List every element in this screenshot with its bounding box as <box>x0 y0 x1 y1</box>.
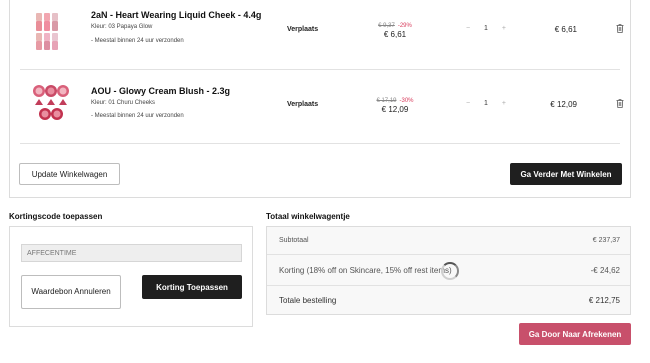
shipping-note: - Meestal binnen 24 uur verzonden <box>91 113 184 119</box>
continue-shopping-button[interactable]: Ga Verder Met Winkelen <box>510 163 622 185</box>
move-item-link[interactable]: Verplaats <box>287 26 318 33</box>
cart-row: 2aN - Heart Wearing Liquid Cheek - 4.4g … <box>20 0 624 70</box>
checkout-button[interactable]: Ga Door Naar Afrekenen <box>519 323 631 345</box>
old-price: € 9,37 <box>378 23 395 29</box>
price-block: € 9,37 -29% € 6,61 <box>365 20 425 39</box>
discount-badge: -29% <box>397 23 412 29</box>
quantity-value[interactable]: 1 <box>484 100 488 107</box>
order-total-row: Totale bestelling € 212,75 <box>267 286 630 315</box>
increase-quantity-button[interactable]: + <box>502 25 506 32</box>
decrease-quantity-button[interactable]: − <box>466 100 470 107</box>
product-name[interactable]: AOU - Glowy Cream Blush - 2.3g <box>91 86 230 96</box>
move-item-link[interactable]: Verplaats <box>287 101 318 108</box>
discount-badge: -30% <box>399 98 414 104</box>
apply-coupon-button[interactable]: Korting Toepassen <box>142 275 242 299</box>
old-price: € 17,19 <box>376 98 397 104</box>
cancel-coupon-button[interactable]: Waardebon Annuleren <box>21 275 121 309</box>
subtotal-label: Subtotaal <box>279 237 309 244</box>
loading-spinner-icon <box>441 262 459 280</box>
discount-value: -€ 24,62 <box>590 265 620 275</box>
trash-icon[interactable] <box>616 24 624 33</box>
quantity-stepper: − 1 + <box>466 25 506 32</box>
shipping-note: - Meestal binnen 24 uur verzonden <box>91 38 184 44</box>
totals-title: Totaal winkelwagentje <box>266 212 350 221</box>
quantity-value[interactable]: 1 <box>484 25 488 32</box>
discount-label: Korting (18% off on Skincare, 15% off re… <box>279 265 452 275</box>
current-price: € 6,61 <box>383 30 407 39</box>
line-total: € 12,09 <box>550 100 577 109</box>
product-image[interactable] <box>30 11 70 53</box>
increase-quantity-button[interactable]: + <box>502 100 506 107</box>
current-price: € 12,09 <box>381 105 409 114</box>
product-image[interactable] <box>30 83 70 125</box>
coupon-title: Kortingscode toepassen <box>9 212 103 221</box>
cart-row: AOU - Glowy Cream Blush - 2.3g Kleur: 01… <box>20 68 624 144</box>
product-variant: Kleur: 03 Papaya Glow <box>91 24 153 30</box>
trash-icon[interactable] <box>616 99 624 108</box>
order-total-label: Totale bestelling <box>279 296 337 305</box>
line-total: € 6,61 <box>554 25 577 34</box>
coupon-panel: AFFECENTIME Waardebon Annuleren Korting … <box>9 226 253 327</box>
order-total-value: € 212,75 <box>588 296 620 305</box>
product-name[interactable]: 2aN - Heart Wearing Liquid Cheek - 4.4g <box>91 10 261 20</box>
product-variant: Kleur: 01 Churu Cheeks <box>91 100 156 106</box>
coupon-code-field[interactable]: AFFECENTIME <box>21 244 242 262</box>
decrease-quantity-button[interactable]: − <box>466 25 470 32</box>
quantity-stepper: − 1 + <box>466 100 506 107</box>
update-cart-button[interactable]: Update Winkelwagen <box>19 163 120 185</box>
price-block: € 17,19 -30% € 12,09 <box>365 95 425 114</box>
subtotal-value: € 237,37 <box>592 237 620 244</box>
subtotal-row: Subtotaal € 237,37 <box>267 227 630 255</box>
